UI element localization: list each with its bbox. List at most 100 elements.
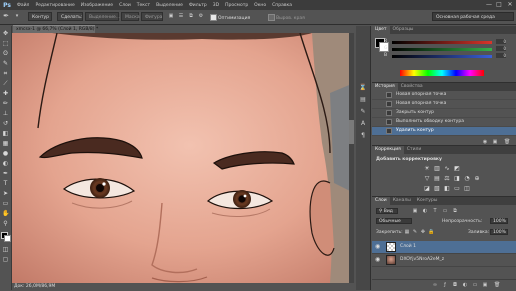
invert-icon[interactable]: ◪ [423, 185, 431, 193]
history-panel-icon[interactable]: ⌛ [359, 84, 367, 92]
tab-swatches[interactable]: Образцы [390, 26, 417, 34]
levels-icon[interactable]: ▥ [433, 165, 441, 173]
make-button[interactable]: Сделать: [57, 12, 83, 21]
new-layer-icon[interactable]: ▣ [482, 282, 488, 288]
lock-transparency-icon[interactable]: ▦ [404, 229, 410, 235]
history-item[interactable]: Новая опорная точка [372, 100, 516, 109]
quick-mask-icon[interactable]: ◫ [2, 246, 9, 253]
group-folder-icon[interactable]: ▭ [472, 282, 478, 288]
menu-file[interactable]: Файл [14, 3, 32, 8]
marquee-tool-icon[interactable]: ⬚ [2, 40, 9, 47]
tab-color[interactable]: Цвет [372, 26, 390, 34]
delete-layer-icon[interactable]: 🗑 [494, 282, 500, 288]
screen-mode-icon[interactable]: ▢ [2, 256, 9, 263]
minimize-button[interactable]: — [484, 0, 494, 10]
menu-help[interactable]: Справка [269, 3, 295, 8]
paragraph-panel-icon[interactable]: ¶ [359, 132, 367, 140]
optimization-checkbox[interactable]: Оптимизация [210, 14, 250, 21]
character-panel-icon[interactable]: A [359, 120, 367, 128]
color-balance-icon[interactable]: ⚖ [443, 175, 451, 183]
eraser-tool-icon[interactable]: ◧ [2, 130, 9, 137]
gradient-tool-icon[interactable]: ▦ [2, 140, 9, 147]
mask-button[interactable]: Маска [121, 12, 140, 21]
black-white-icon[interactable]: ◨ [453, 175, 461, 183]
menu-image[interactable]: Изображение [78, 3, 116, 8]
filter-pixel-icon[interactable]: ▣ [412, 208, 418, 214]
slider-g-track[interactable] [392, 48, 492, 51]
quick-select-tool-icon[interactable]: ✎ [2, 60, 9, 67]
menu-window[interactable]: Окно [251, 3, 269, 8]
threshold-icon[interactable]: ◧ [443, 185, 451, 193]
visibility-eye-icon[interactable]: ◉ [375, 244, 381, 250]
path-select-tool-icon[interactable]: ➤ [2, 190, 9, 197]
shape-tool-icon[interactable]: ▭ [2, 200, 9, 207]
slider-b[interactable]: B 0 [384, 53, 510, 59]
canvas-vertical-scrollbar[interactable] [349, 33, 354, 283]
vibrance-icon[interactable]: ▽ [423, 175, 431, 183]
background-color-swatch[interactable] [4, 235, 11, 242]
layer-row-selected[interactable]: ◉ Слой 1 [372, 241, 516, 254]
tab-channels[interactable]: Каналы [390, 197, 414, 205]
menu-edit[interactable]: Редактирование [32, 3, 77, 8]
canvas-scroll-thumb[interactable] [349, 120, 354, 144]
tab-styles[interactable]: Стили [404, 146, 425, 154]
tab-properties[interactable]: Свойства [398, 83, 426, 91]
filter-type-icon[interactable]: T [432, 208, 438, 214]
hand-tool-icon[interactable]: ✋ [2, 210, 9, 217]
slider-b-track[interactable] [392, 55, 492, 58]
brush-tool-icon[interactable]: ✏ [2, 100, 9, 107]
maximize-button[interactable]: □ [494, 0, 504, 10]
close-button[interactable]: ✕ [505, 0, 515, 10]
hue-saturation-icon[interactable]: ▤ [433, 175, 441, 183]
path-arrange-icon[interactable]: ⧉ [188, 13, 194, 19]
brush-panel-icon[interactable]: ✎ [359, 108, 367, 116]
brightness-icon[interactable]: ☀ [423, 165, 431, 173]
menu-view[interactable]: Просмотр [222, 3, 251, 8]
settings-gear-icon[interactable]: ⚙ [198, 13, 204, 19]
link-layers-icon[interactable]: ∞ [432, 282, 438, 288]
blur-tool-icon[interactable]: ● [2, 150, 9, 157]
workspace-select[interactable]: Основная рабочая среда [432, 12, 514, 21]
healing-brush-icon[interactable]: ✚ [2, 90, 9, 97]
properties-panel-icon[interactable]: ▤ [359, 96, 367, 104]
selection-button[interactable]: Выделение... [85, 12, 120, 21]
crop-tool-icon[interactable]: ⌗ [2, 70, 9, 77]
gradient-map-icon[interactable]: ▭ [453, 185, 461, 193]
align-edges-checkbox[interactable]: Выров. края [268, 14, 305, 21]
tool-preset-chevron-icon[interactable]: ▾ [14, 13, 20, 19]
selective-color-icon[interactable]: ◫ [463, 185, 471, 193]
path-ops-icon[interactable]: ▣ [168, 13, 174, 19]
move-tool-icon[interactable]: ✥ [2, 30, 9, 37]
shape-button[interactable]: Фигура [141, 12, 163, 21]
document-tab[interactable]: xmcsx-1 @ 66,7% (Слой 1, RGB/8) * [13, 25, 98, 33]
history-item[interactable]: Выполнить обводку контура [372, 118, 516, 127]
color-spectrum-bar[interactable] [400, 70, 484, 76]
curves-icon[interactable]: ∿ [443, 165, 451, 173]
adjustment-layer-icon[interactable]: ◐ [462, 282, 468, 288]
pen-tool-icon[interactable]: ✒ [2, 170, 9, 177]
image-canvas[interactable] [12, 33, 354, 283]
pen-tool-icon[interactable]: ✒ [3, 13, 9, 20]
lock-all-icon[interactable]: 🔒 [428, 229, 434, 235]
opacity-field[interactable]: 100% [490, 218, 508, 224]
slider-g[interactable]: G 0 [384, 46, 510, 52]
layer-style-icon[interactable]: ƒ [442, 282, 448, 288]
eyedropper-tool-icon[interactable]: ⟋ [2, 80, 9, 87]
layer-kind-filter[interactable]: ⚲ Вид [376, 208, 398, 214]
history-item[interactable]: Новая опорная точка [372, 91, 516, 100]
filter-smart-object-icon[interactable]: ⧉ [452, 208, 458, 214]
lock-position-icon[interactable]: ✥ [420, 229, 426, 235]
tab-adjustments[interactable]: Коррекция [372, 146, 404, 154]
tab-history[interactable]: История [372, 83, 398, 91]
history-item-selected[interactable]: Удалить контур [372, 127, 516, 136]
history-brush-icon[interactable]: ↺ [2, 120, 9, 127]
fill-field[interactable]: 100% [490, 229, 508, 235]
posterize-icon[interactable]: ▧ [433, 185, 441, 193]
dodge-tool-icon[interactable]: ◐ [2, 160, 9, 167]
menu-filter[interactable]: Фильтр [186, 3, 210, 8]
history-item[interactable]: Закрыть контур [372, 109, 516, 118]
lasso-tool-icon[interactable]: ʘ [2, 50, 9, 57]
channel-mixer-icon[interactable]: ⊕ [473, 175, 481, 183]
menu-3d[interactable]: 3D [210, 3, 222, 8]
lock-pixels-icon[interactable]: ✎ [412, 229, 418, 235]
